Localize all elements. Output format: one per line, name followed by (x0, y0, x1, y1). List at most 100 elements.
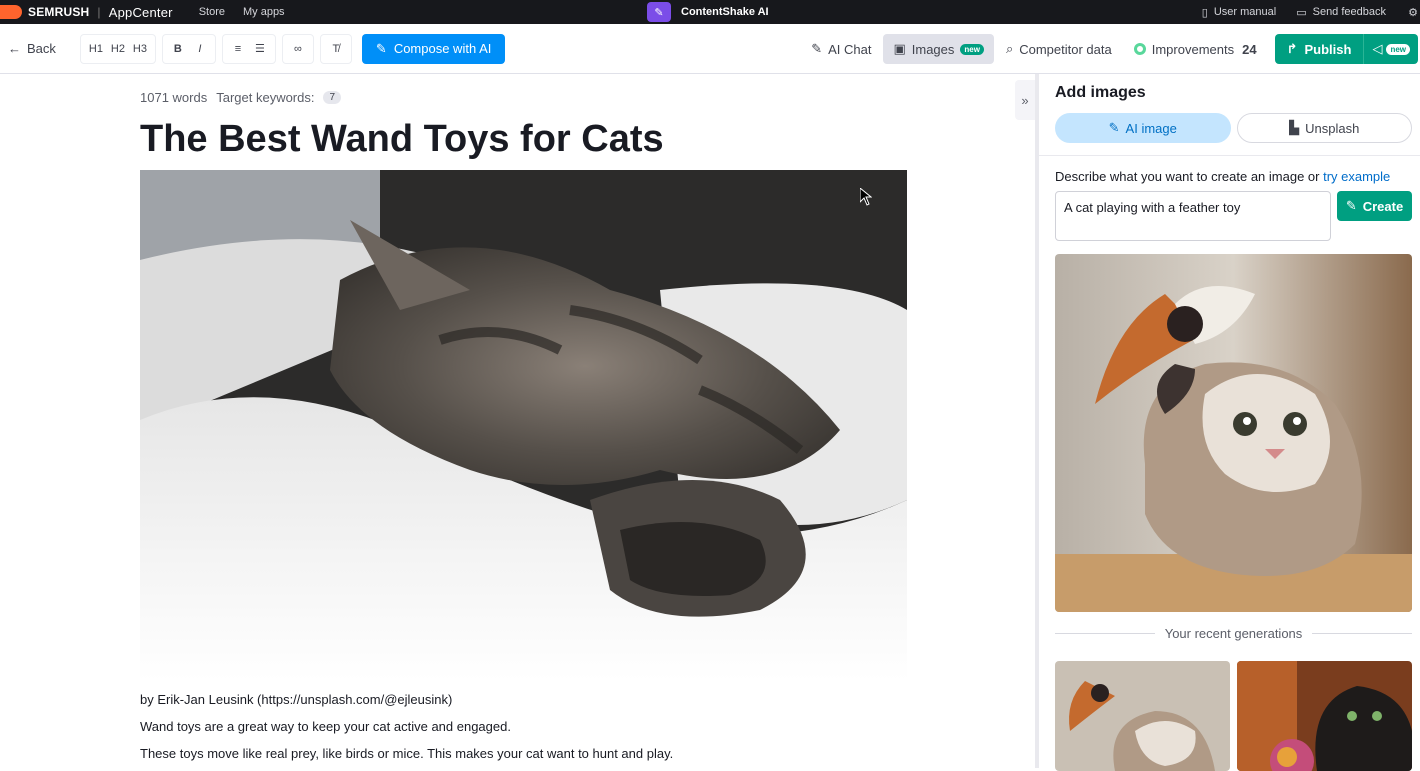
images-button[interactable]: ▣ Images new (883, 34, 994, 64)
ai-chat-label: AI Chat (828, 41, 872, 57)
back-label: Back (27, 41, 56, 56)
tab-ai-image[interactable]: ✎ AI image (1055, 113, 1231, 143)
topbar-right: ▯ User manual ▭ Send feedback ⚙ (1202, 0, 1420, 24)
prompt-instructions: Describe what you want to create an imag… (1055, 169, 1390, 184)
generated-kitten-feather-image (1055, 254, 1412, 612)
nav-store[interactable]: Store (199, 6, 225, 18)
target-keywords-label[interactable]: Target keywords: (216, 90, 314, 105)
arrow-left-icon: ← (8, 41, 21, 56)
share-arrow-icon: ↱ (1286, 41, 1298, 56)
list-format-group: ≡ ☰ (221, 33, 276, 64)
appcenter-label: AppCenter (108, 4, 173, 20)
collapse-panel-button[interactable]: » (1015, 80, 1035, 120)
panel-title: Add images (1055, 84, 1146, 101)
chat-bubble-icon: ▭ (1296, 6, 1307, 19)
semrush-logo[interactable]: SEMRUSH | AppCenter (0, 5, 173, 20)
sleeping-tabby-cat-photo (140, 170, 907, 681)
kitten-feather-thumbnail (1055, 661, 1230, 771)
brand-divider: | (97, 5, 101, 19)
h1-button[interactable]: H1 (87, 39, 105, 59)
link-icon[interactable]: ∞ (289, 39, 307, 59)
generated-image[interactable] (1055, 254, 1412, 612)
compose-with-ai-button[interactable]: ✎ Compose with AI (361, 33, 506, 64)
describe-text: Describe what you want to create an imag… (1055, 169, 1324, 184)
top-nav: Store My apps (199, 6, 285, 18)
user-manual-link[interactable]: ▯ User manual (1202, 6, 1276, 19)
magic-pen-icon: ✎ (1108, 120, 1120, 135)
bullet-list-icon[interactable]: ☰ (251, 39, 269, 59)
double-chevron-right-icon: » (1021, 92, 1029, 108)
search-icon: ⌕ (1005, 41, 1014, 56)
text-format-group: B I (161, 33, 216, 64)
image-icon: ▣ (893, 41, 906, 56)
publish-label: Publish (1304, 41, 1352, 57)
ai-chat-button[interactable]: ✎ AI Chat (801, 34, 881, 64)
ordered-list-icon[interactable]: ≡ (229, 39, 247, 59)
bold-button[interactable]: B (169, 39, 187, 59)
divider (1039, 155, 1420, 156)
toolbar-right: ✎ AI Chat ▣ Images new ⌕ Competitor data… (799, 24, 1420, 74)
semrush-logo-icon (0, 5, 22, 19)
progress-ring-icon (1133, 43, 1146, 55)
heading-format-group: H1 H2 H3 (79, 33, 156, 64)
new-badge: new (960, 43, 984, 55)
magic-pen-icon: ✎ (375, 40, 387, 56)
add-images-panel: Add images ✎ AI image ▙ Unsplash Describ… (1035, 74, 1420, 771)
user-manual-label: User manual (1213, 6, 1277, 18)
book-icon: ▯ (1201, 6, 1208, 19)
divider (1055, 633, 1155, 634)
article-meta: 1071 words Target keywords: 7 (140, 90, 342, 105)
tab-unsplash[interactable]: ▙ Unsplash (1236, 113, 1412, 143)
italic-button[interactable]: I (191, 39, 209, 59)
image-credit[interactable]: by Erik-Jan Leusink (https://unsplash.co… (140, 692, 452, 707)
recent-generation-thumbnail[interactable] (1237, 661, 1412, 771)
tab-ai-image-label: AI image (1125, 120, 1177, 136)
brand-name: SEMRUSH (28, 5, 90, 19)
competitor-label: Competitor data (1019, 41, 1112, 57)
competitor-data-button[interactable]: ⌕ Competitor data (996, 34, 1122, 64)
keyword-count-badge[interactable]: 7 (323, 91, 342, 104)
improvements-count: 24 (1242, 41, 1257, 57)
editor-toolbar: ← Back H1 H2 H3 B I ≡ ☰ ∞ T̸ ✎ Compose w… (0, 24, 1420, 74)
publish-button-group: ↱ Publish ◁ new (1274, 34, 1418, 64)
try-example-link[interactable]: try example (1323, 169, 1390, 184)
recent-generations-divider: Your recent generations (1055, 626, 1412, 641)
image-source-tabs: ✎ AI image ▙ Unsplash (1055, 113, 1412, 143)
link-format-group: ∞ (281, 33, 314, 64)
black-cat-yarn-thumbnail (1237, 661, 1412, 771)
image-prompt-input[interactable]: A cat playing with a feather toy (1055, 191, 1331, 241)
gear-icon[interactable]: ⚙ (1406, 6, 1420, 19)
contentshake-app-icon: ✎ (647, 2, 671, 22)
tab-unsplash-label: Unsplash (1305, 120, 1360, 136)
h2-button[interactable]: H2 (109, 39, 127, 59)
word-count: 1071 words (140, 90, 208, 105)
improvements-label: Improvements (1151, 41, 1235, 57)
clear-format-icon[interactable]: T̸ (327, 39, 345, 59)
recent-generation-thumbnail[interactable] (1055, 661, 1230, 771)
publish-button[interactable]: ↱ Publish (1275, 34, 1365, 64)
h3-button[interactable]: H3 (131, 39, 149, 59)
magic-pen-icon: ✎ (1345, 198, 1357, 213)
article-title[interactable]: The Best Wand Toys for Cats (140, 118, 664, 161)
article-editor[interactable]: 1071 words Target keywords: 7 The Best W… (0, 74, 1015, 768)
send-feedback-label: Send feedback (1312, 6, 1386, 18)
unsplash-icon: ▙ (1289, 120, 1300, 135)
create-button[interactable]: ✎ Create (1337, 191, 1412, 221)
article-hero-image[interactable] (140, 170, 907, 681)
app-topbar: SEMRUSH | AppCenter Store My apps ✎ Cont… (0, 0, 1420, 24)
recent-generations-label: Your recent generations (1164, 626, 1303, 641)
announce-button[interactable]: ◁ new (1364, 41, 1418, 57)
app-title-area: ✎ ContentShake AI (647, 0, 769, 24)
back-button[interactable]: ← Back (8, 41, 56, 56)
new-badge: new (1386, 43, 1410, 55)
app-title: ContentShake AI (681, 6, 769, 18)
improvements-button[interactable]: Improvements 24 (1124, 34, 1267, 64)
send-feedback-link[interactable]: ▭ Send feedback (1296, 6, 1386, 19)
paragraph[interactable]: Wand toys are a great way to keep your c… (140, 719, 511, 734)
mouse-cursor-icon (860, 188, 872, 206)
nav-my-apps[interactable]: My apps (243, 6, 285, 18)
create-label: Create (1362, 198, 1404, 214)
paragraph[interactable]: These toys move like real prey, like bir… (140, 746, 673, 761)
compose-label: Compose with AI (393, 41, 492, 56)
divider (1312, 633, 1412, 634)
